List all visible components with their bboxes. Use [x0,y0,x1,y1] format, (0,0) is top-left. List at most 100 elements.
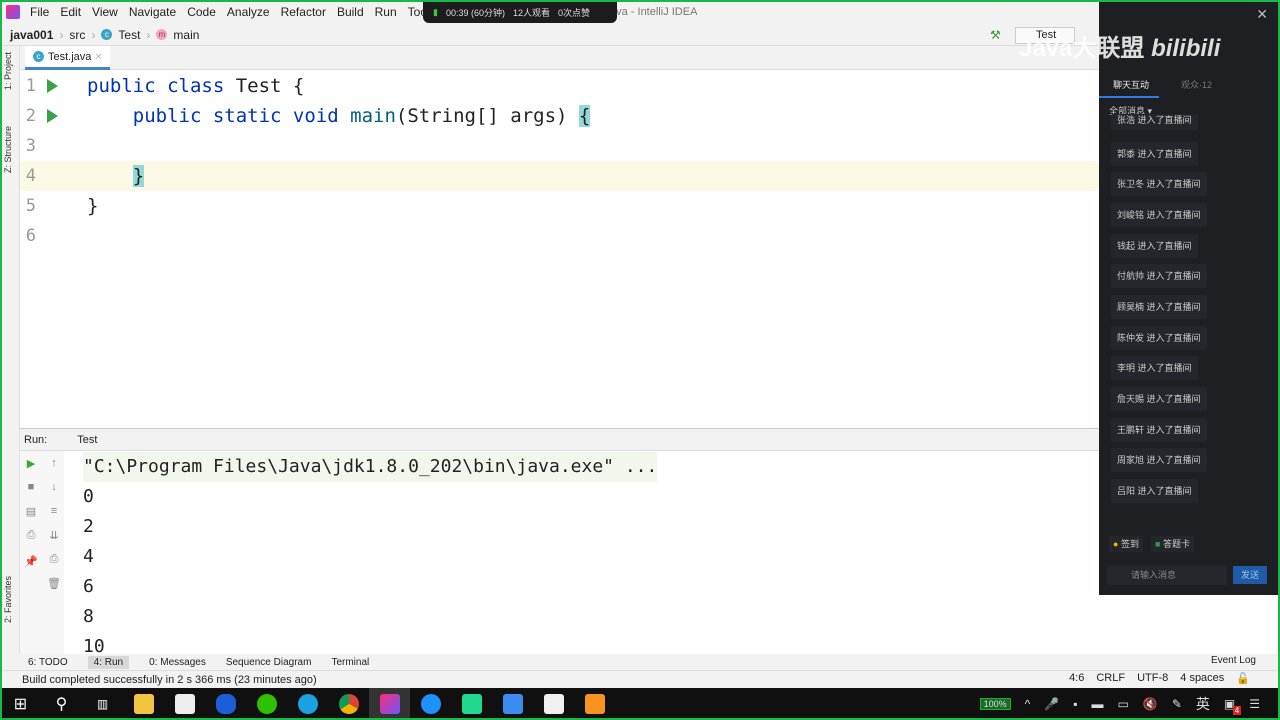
tab-label: Test.java [48,50,92,63]
project-tool-button[interactable]: 1: Project [3,52,13,90]
taskbar-typora[interactable] [533,688,574,720]
system-tray: 100% ^ 🎤 ▪ ▬ ▭ 🔇 ✎ 英 ▣ 4 ☰ [979,688,1260,720]
taskbar-datagrip[interactable] [451,688,492,720]
taskbar-ie[interactable] [410,688,451,720]
menu-navigate[interactable]: Navigate [129,5,176,19]
code-line: 3 [25,136,36,156]
chat-message: 张卫冬 进入了直播间 [1111,172,1207,196]
tool-todo[interactable]: 6: TODO [28,657,68,668]
taskbar-app-l[interactable] [205,688,246,720]
chat-input[interactable]: 请输入消息 [1107,565,1227,585]
stream-time[interactable]: 00:39 (60分钟) [446,6,505,19]
file-encoding[interactable]: UTF-8 [1137,672,1168,685]
search-button[interactable]: ⚲ [41,688,82,720]
viewers-count: 12人观看 [512,7,550,18]
menu-analyze[interactable]: Analyze [227,5,270,19]
volume-muted-icon[interactable]: 🔇 [1143,697,1158,711]
console-line: 4 [83,546,94,567]
keyboard-icon[interactable]: ▬ [1092,697,1104,711]
rerun-icon[interactable]: ▶ [24,457,38,470]
event-log-button[interactable]: Event Log [1211,655,1256,666]
tool-sequence-diagram[interactable]: Sequence Diagram [226,657,312,668]
menu-code[interactable]: Code [187,5,216,19]
taskbar-chrome[interactable] [328,688,369,720]
indent-setting[interactable]: 4 spaces [1180,672,1224,685]
stream-status-bar: ▮ 00:39 (60分钟) 12人观看 0次点赞 [423,1,617,23]
lock-icon[interactable]: 🔓 [1236,672,1250,685]
run-gutter-icon[interactable] [47,79,58,93]
network-icon[interactable]: ▭ [1118,697,1129,711]
task-view-button[interactable]: ▥ [82,688,123,720]
chat-message: 刘峻铭 进入了直播间 [1111,203,1207,227]
structure-tool-button[interactable]: Z: Structure [3,126,13,173]
print-icon[interactable]: ⎙ [24,529,38,541]
code-line-current: 4 } [20,161,1100,191]
notification-app-icon[interactable]: ▣ 4 [1224,697,1242,715]
breadcrumb-class[interactable]: Test [118,28,140,42]
soft-wrap-icon[interactable]: ≡ [47,505,61,517]
tab-audience[interactable]: 观众·12 [1181,78,1212,91]
menu-build[interactable]: Build [337,5,364,19]
app-tray-icon[interactable]: ▪ [1073,697,1077,711]
up-icon[interactable]: ↑ [47,457,61,469]
tab-test-java[interactable]: c Test.java × [25,46,110,70]
status-message: Build completed successfully in 2 s 366 … [22,673,317,686]
menu-edit[interactable]: Edit [60,5,81,19]
menu-refactor[interactable]: Refactor [281,5,326,19]
line-separator[interactable]: CRLF [1096,672,1125,685]
tab-chat[interactable]: 聊天互动 [1113,78,1149,91]
trash-icon[interactable]: 🗑 [47,577,61,590]
taskbar-wechat[interactable] [246,688,287,720]
editor-tabs: c Test.java × [20,46,1100,70]
task-view-icon: ▥ [96,697,109,711]
ie-icon [420,694,441,714]
wechat-icon [256,694,277,714]
print-icon[interactable]: ⎙ [47,553,61,565]
microphone-icon[interactable]: 🎤 [1044,697,1059,711]
chrome-icon [338,694,359,714]
favorites-tool-button[interactable]: 2: Favorites [3,576,13,623]
close-icon[interactable]: × [95,51,101,63]
down-icon[interactable]: ↓ [47,481,61,493]
tool-run[interactable]: 4: Run [87,655,130,669]
taskbar-edge[interactable] [287,688,328,720]
stop-icon[interactable]: ■ [24,481,38,493]
chevron-up-icon[interactable]: ^ [1025,697,1031,711]
battery-indicator[interactable]: 100% [979,698,1011,710]
taskbar-app-orange[interactable] [574,688,615,720]
code-editor[interactable]: 1 public class Test { 2 public static voi… [20,70,1100,428]
menu-view[interactable]: View [92,5,118,19]
likes-count: 0次点赞 [558,7,591,18]
breadcrumb-project[interactable]: java001 [10,28,53,42]
tool-messages[interactable]: 0: Messages [149,657,206,668]
checkin-button[interactable]: ● 签到 [1109,536,1143,552]
folder-icon [133,694,154,714]
run-tab[interactable]: Test [61,434,97,446]
send-button[interactable]: 发送 [1233,566,1267,584]
code-line: 1 public class Test { [25,75,305,97]
breadcrumb-method[interactable]: main [173,28,199,42]
taskbar-intellij[interactable] [369,688,410,720]
run-gutter-icon[interactable] [47,109,58,123]
taskbar-store[interactable] [164,688,205,720]
code-line: 6 [25,226,36,246]
chat-message: 王鹏轩 进入了直播间 [1111,418,1207,442]
layout-icon[interactable]: ▤ [24,505,38,518]
pen-icon[interactable]: ✎ [1172,697,1182,711]
answer-card-button[interactable]: ■ 答题卡 [1151,536,1194,552]
menu-run[interactable]: Run [375,5,397,19]
menu-file[interactable]: File [30,5,49,19]
close-icon[interactable]: ✕ [1256,6,1268,23]
build-hammer-icon[interactable]: ⚒ [990,28,1001,42]
ime-indicator[interactable]: 英 [1196,694,1210,714]
console-line: 10 [83,636,105,655]
tool-terminal[interactable]: Terminal [331,657,369,668]
taskbar-explorer[interactable] [123,688,164,720]
action-center-icon[interactable]: ☰ [1249,697,1260,711]
scroll-end-icon[interactable]: ⇊ [47,529,61,542]
pin-icon[interactable]: 📌 [24,555,38,568]
caret-position[interactable]: 4:6 [1069,672,1084,685]
taskbar-feishu[interactable] [492,688,533,720]
start-button[interactable]: ⊞ [0,688,41,720]
breadcrumb-src[interactable]: src [69,28,85,42]
